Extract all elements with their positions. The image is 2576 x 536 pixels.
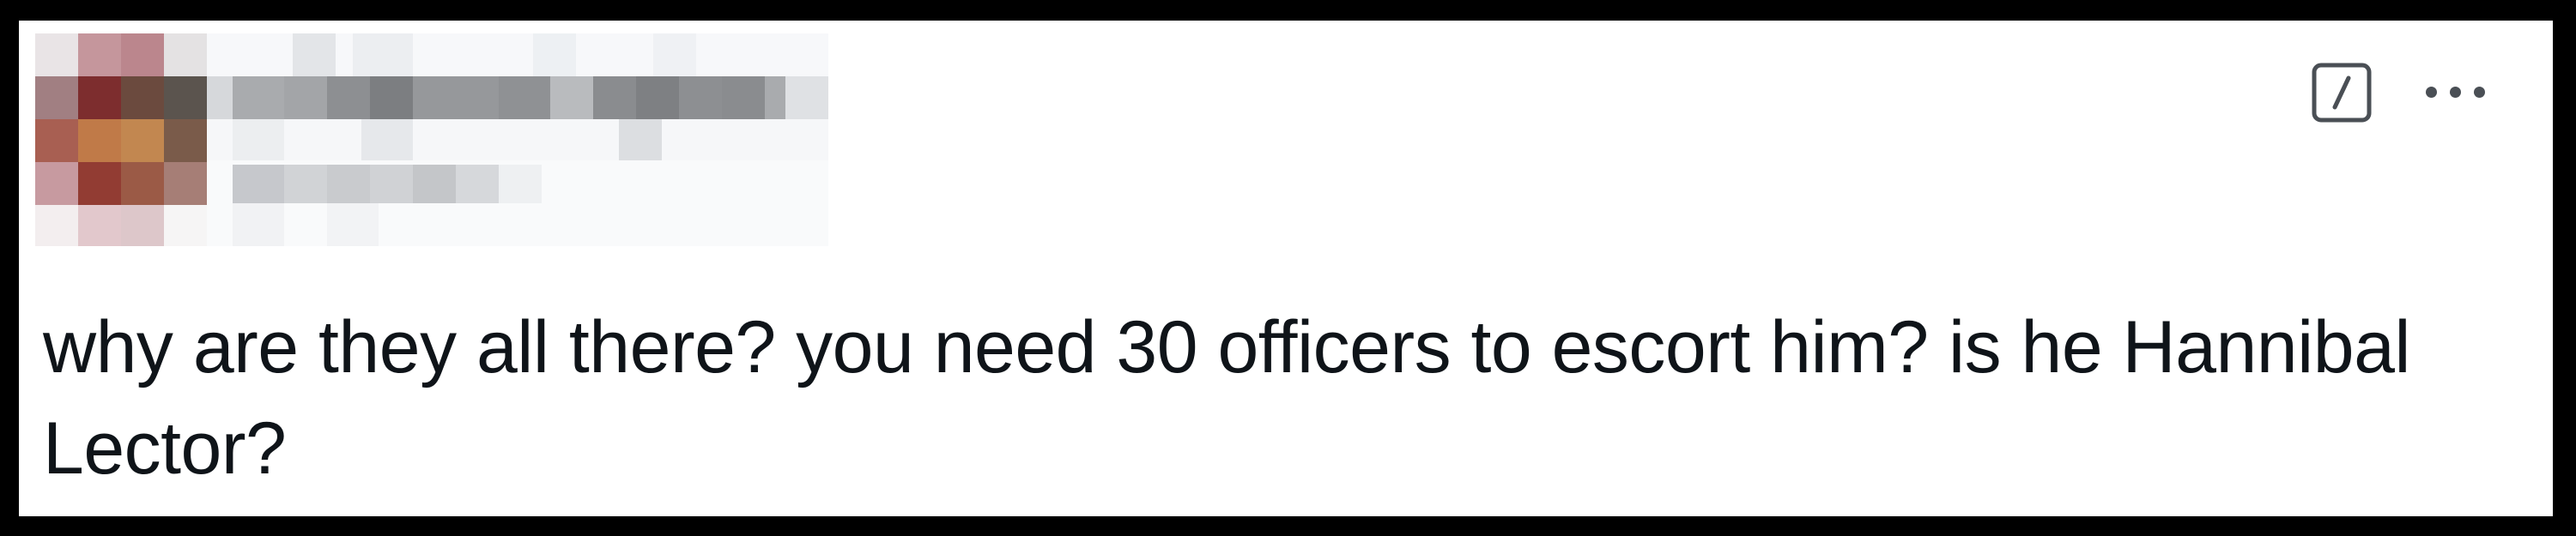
dot-icon: [2426, 87, 2437, 98]
more-options-icon[interactable]: [2421, 74, 2493, 111]
redacted-user-header: [35, 33, 828, 246]
dot-icon: [2474, 87, 2485, 98]
edit-icon[interactable]: [2311, 62, 2373, 123]
screenshot-frame: why are they all there? you need 30 offi…: [0, 0, 2576, 536]
post-card: why are they all there? you need 30 offi…: [19, 21, 2553, 516]
post-text: why are they all there? you need 30 offi…: [43, 306, 2411, 490]
dot-icon: [2450, 87, 2461, 98]
